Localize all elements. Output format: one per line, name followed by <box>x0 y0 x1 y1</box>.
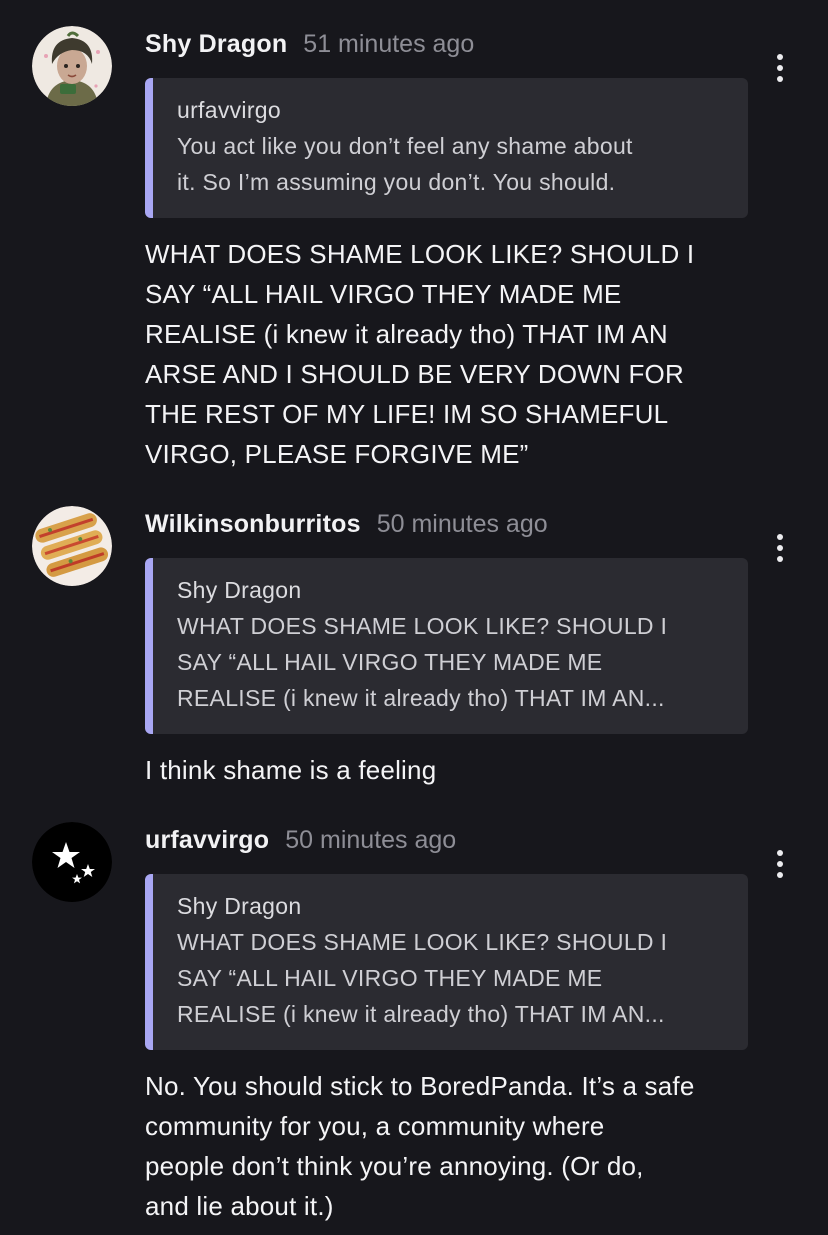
comment-body: I think shame is a feeling <box>145 755 437 785</box>
more-options-button[interactable] <box>766 46 794 90</box>
timestamp: 50 minutes ago <box>285 825 457 854</box>
dragon-avatar-icon <box>32 26 112 106</box>
dot-icon <box>777 556 783 562</box>
comment-feed: Shy Dragon 51 minutes ago urfavvirgo You… <box>0 0 828 1235</box>
author-name[interactable]: Shy Dragon <box>145 30 287 59</box>
quote-accent-bar <box>145 558 153 734</box>
stars-avatar-icon <box>32 822 112 902</box>
burrito-avatar-icon <box>32 506 112 586</box>
dot-icon <box>777 861 783 867</box>
dot-icon <box>777 54 783 60</box>
quote-accent-bar <box>145 874 153 1050</box>
quoted-reply[interactable]: Shy Dragon WHAT DOES SHAME LOOK LIKE? SH… <box>145 874 748 1050</box>
author-name[interactable]: urfavvirgo <box>145 826 269 855</box>
author-name[interactable]: Wilkinsonburritos <box>145 510 361 539</box>
comment-header: Wilkinsonburritos 50 minutes ago <box>145 504 548 544</box>
dot-icon <box>777 76 783 82</box>
quoted-reply[interactable]: Shy Dragon WHAT DOES SHAME LOOK LIKE? SH… <box>145 558 748 734</box>
dot-icon <box>777 545 783 551</box>
quoted-text: WHAT DOES SHAME LOOK LIKE? SHOULD I SAY … <box>177 613 668 711</box>
dot-icon <box>777 65 783 71</box>
quoted-author: Shy Dragon <box>177 577 302 603</box>
dot-icon <box>777 534 783 540</box>
quoted-author: urfavvirgo <box>177 97 281 123</box>
comment-header: Shy Dragon 51 minutes ago <box>145 24 474 64</box>
quoted-reply[interactable]: urfavvirgo You act like you don’t feel a… <box>145 78 748 218</box>
more-options-button[interactable] <box>766 842 794 886</box>
timestamp: 50 minutes ago <box>376 509 548 538</box>
quoted-text: WHAT DOES SHAME LOOK LIKE? SHOULD I SAY … <box>177 929 668 1027</box>
comment-body: No. You should stick to BoredPanda. It’s… <box>145 1071 695 1221</box>
quoted-text: You act like you don’t feel any shame ab… <box>177 133 633 195</box>
avatar[interactable] <box>32 506 112 586</box>
more-options-button[interactable] <box>766 526 794 570</box>
timestamp: 51 minutes ago <box>303 29 475 58</box>
avatar[interactable] <box>32 822 112 902</box>
comment-header: urfavvirgo 50 minutes ago <box>145 820 456 860</box>
quoted-author: Shy Dragon <box>177 893 302 919</box>
dot-icon <box>777 850 783 856</box>
comment-body: WHAT DOES SHAME LOOK LIKE? SHOULD I SAY … <box>145 239 695 469</box>
avatar[interactable] <box>32 26 112 106</box>
quote-accent-bar <box>145 78 153 218</box>
dot-icon <box>777 872 783 878</box>
